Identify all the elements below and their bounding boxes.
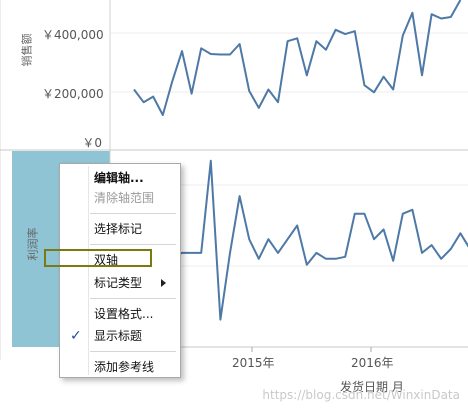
menu-item-edit-axis[interactable]: 编辑轴... [60, 168, 180, 188]
top-axis-pane [0, 0, 110, 150]
series-line [133, 0, 462, 116]
menu-item-dual-axis[interactable]: 双轴 [60, 250, 180, 270]
menu-item-clear-axis-range: 清除轴范围 [60, 188, 180, 208]
menu-separator [90, 351, 176, 352]
check-icon: ✓ [70, 328, 82, 344]
y-tick-label: ￥400,000 [42, 28, 104, 42]
menu-item-label: 双轴 [94, 253, 119, 267]
menu-item-mark-type[interactable]: 标记类型 [60, 273, 180, 293]
menu-item-label: 编辑轴... [94, 171, 144, 185]
y-tick-label: ￥200,000 [42, 87, 104, 101]
menu-item-label: 选择标记 [94, 222, 143, 236]
menu-separator [90, 213, 176, 214]
top-y-axis-title[interactable]: 销售额 [19, 34, 35, 67]
menu-item-label: 标记类型 [94, 276, 143, 290]
menu-item-show-title[interactable]: ✓ 显示标题 [60, 326, 180, 346]
menu-separator [90, 244, 176, 245]
menu-item-add-reference-line[interactable]: 添加参考线 [60, 357, 180, 377]
menu-item-select-marks[interactable]: 选择标记 [60, 219, 180, 239]
menu-item-label: 添加参考线 [94, 360, 155, 374]
menu-item-format[interactable]: 设置格式... [60, 304, 180, 324]
menu-item-label: 设置格式... [94, 307, 154, 321]
menu-item-label: 清除轴范围 [94, 191, 155, 205]
x-tick-label: 2015年 [232, 356, 275, 370]
submenu-arrow-icon [161, 279, 166, 287]
top-line-series [133, 0, 462, 116]
axis-context-menu: 编辑轴... 清除轴范围 选择标记 双轴 标记类型 设置格式... ✓ 显示标题… [59, 163, 181, 378]
bottom-y-axis-title[interactable]: 利润率 [25, 228, 41, 261]
y-tick-label: ￥0 [82, 136, 102, 150]
menu-separator [90, 298, 176, 299]
menu-item-label: 显示标题 [94, 329, 143, 343]
x-tick-label: 2016年 [351, 356, 394, 370]
watermark-text: https://blog.csdn.net/WinxinData [262, 388, 460, 402]
